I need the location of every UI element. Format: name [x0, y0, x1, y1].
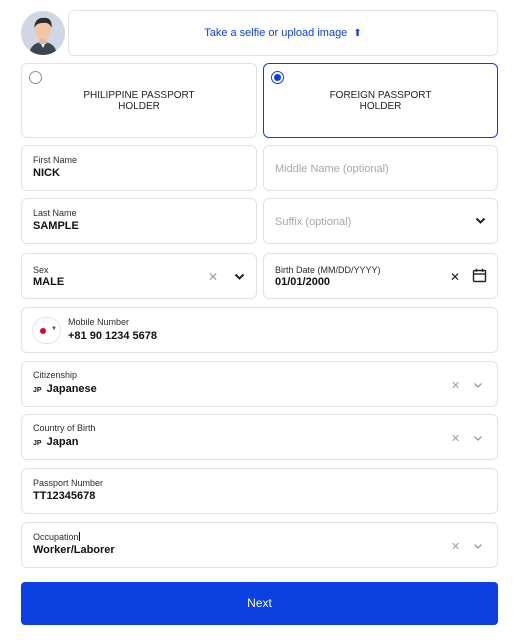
radio-selected[interactable]: [271, 71, 284, 84]
citizenship-country-code: JP: [33, 387, 42, 394]
birth-date-value: 01/01/2000: [275, 276, 331, 288]
occupation-select[interactable]: Occupation Worker/Laborer ✕: [21, 522, 498, 568]
first-name-field[interactable]: First Name NICK: [21, 145, 257, 191]
middle-name-field[interactable]: Middle Name (optional): [263, 145, 498, 191]
last-name-label: Last Name: [33, 208, 77, 218]
foreign-holder-label-line2: HOLDER: [359, 101, 402, 112]
chevron-down-icon[interactable]: [473, 543, 483, 550]
mobile-number-value: +81 90 1234 5678: [68, 330, 158, 342]
selfie-upload-button[interactable]: Take a selfie or upload image ⬆: [68, 10, 498, 56]
country-of-birth-code: JP: [33, 440, 42, 447]
passport-number-label: Passport Number: [33, 478, 104, 488]
philippine-holder-label-line1: PHILIPPINE PASSPORT: [83, 90, 195, 101]
suffix-placeholder: Suffix (optional): [275, 216, 352, 228]
upload-icon: ⬆: [353, 28, 362, 39]
occupation-value: Worker/Laborer: [33, 544, 115, 556]
radio-unselected[interactable]: [29, 71, 42, 84]
clear-occupation-icon[interactable]: ✕: [451, 540, 460, 553]
selfie-upload-text: Take a selfie or upload image: [204, 27, 348, 39]
user-avatar-icon: [21, 11, 65, 55]
passport-number-field[interactable]: Passport Number TT12345678: [21, 468, 498, 514]
clear-sex-icon[interactable]: ✕: [208, 270, 218, 284]
citizenship-value: Japanese: [46, 383, 97, 395]
birth-date-label: Birth Date (MM/DD/YYYY): [275, 265, 381, 275]
philippine-holder-label-line2: HOLDER: [118, 101, 160, 112]
next-button-label: Next: [247, 596, 272, 610]
country-of-birth-select[interactable]: Country of Birth JP Japan ✕: [21, 414, 498, 460]
mobile-number-field[interactable]: ▼ Mobile Number +81 90 1234 5678: [21, 307, 498, 353]
clear-date-icon[interactable]: ✕: [450, 270, 460, 284]
country-code-selector[interactable]: ▼: [32, 317, 61, 344]
clear-citizenship-icon[interactable]: ✕: [451, 379, 460, 392]
chevron-down-icon[interactable]: [473, 435, 483, 442]
mobile-number-label: Mobile Number: [68, 317, 130, 327]
middle-name-placeholder: Middle Name (optional): [275, 163, 389, 175]
clear-country-icon[interactable]: ✕: [451, 432, 460, 445]
chevron-down-icon[interactable]: [475, 217, 486, 225]
sex-value: MALE: [33, 276, 65, 288]
avatar: [21, 11, 65, 55]
citizenship-label: Citizenship: [33, 370, 78, 380]
chevron-down-icon[interactable]: [234, 273, 245, 281]
foreign-passport-holder-option[interactable]: FOREIGN PASSPORT HOLDER: [263, 63, 498, 138]
caret-down-icon: ▼: [51, 326, 57, 332]
country-of-birth-value: Japan: [46, 436, 79, 448]
japan-flag-icon: [38, 326, 48, 335]
suffix-select[interactable]: Suffix (optional): [263, 198, 498, 244]
philippine-passport-holder-option[interactable]: PHILIPPINE PASSPORT HOLDER: [21, 63, 257, 138]
calendar-icon[interactable]: [472, 268, 487, 283]
next-button[interactable]: Next: [21, 582, 498, 625]
first-name-value: NICK: [33, 167, 60, 179]
citizenship-select[interactable]: Citizenship JP Japanese ✕: [21, 361, 498, 407]
last-name-field[interactable]: Last Name SAMPLE: [21, 198, 257, 244]
first-name-label: First Name: [33, 155, 78, 165]
sex-label: Sex: [33, 265, 49, 275]
passport-number-value: TT12345678: [33, 490, 96, 502]
foreign-holder-label-line1: FOREIGN PASSPORT: [329, 90, 432, 101]
text-cursor: [78, 532, 80, 541]
chevron-down-icon[interactable]: [473, 382, 483, 389]
occupation-label: Occupation: [33, 532, 79, 542]
sex-select[interactable]: Sex MALE ✕: [21, 253, 257, 299]
last-name-value: SAMPLE: [33, 220, 79, 232]
birth-date-field[interactable]: Birth Date (MM/DD/YYYY) 01/01/2000 ✕: [263, 253, 498, 299]
country-of-birth-label: Country of Birth: [33, 423, 96, 433]
